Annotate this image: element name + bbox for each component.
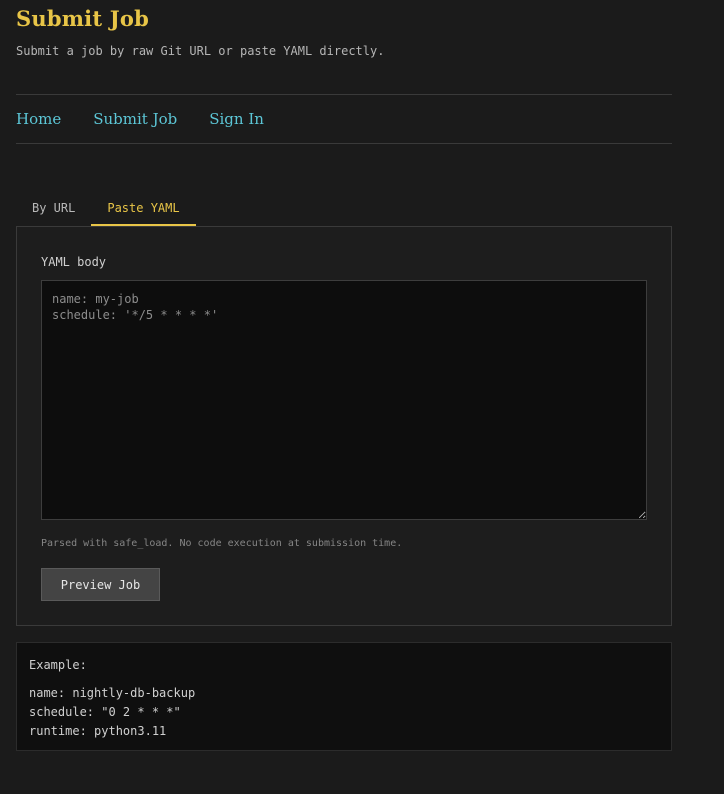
example-code: name: nightly-db-backup schedule: "0 2 *… — [29, 684, 195, 741]
example-box: Example: name: nightly-db-backup schedul… — [16, 642, 672, 751]
submit-tabs: By URL Paste YAML — [16, 195, 196, 226]
parse-hint: Parsed with safe_load. No code execution… — [41, 538, 403, 549]
main-nav: Home Submit Job Sign In — [16, 110, 264, 128]
yaml-body-label: YAML body — [41, 255, 107, 269]
example-label: Example: — [29, 658, 87, 672]
preview-job-button[interactable]: Preview Job — [41, 568, 160, 601]
divider-top — [16, 94, 672, 95]
yaml-panel: YAML body Parsed with safe_load. No code… — [16, 226, 672, 626]
page-subtitle: Submit a job by raw Git URL or paste YAM… — [16, 44, 385, 58]
example-line: runtime: python3.11 — [29, 724, 167, 738]
yaml-body-textarea[interactable] — [41, 280, 647, 520]
example-line: name: nightly-db-backup — [29, 686, 196, 700]
page: Submit Job Submit a job by raw Git URL o… — [0, 0, 724, 794]
nav-link-home[interactable]: Home — [16, 110, 61, 128]
tab-paste-yaml[interactable]: Paste YAML — [91, 195, 196, 226]
page-title: Submit Job — [16, 6, 149, 31]
example-line: schedule: "0 2 * * *" — [29, 705, 181, 719]
nav-link-sign-in[interactable]: Sign In — [209, 110, 264, 128]
tab-by-url[interactable]: By URL — [16, 195, 91, 226]
divider-nav — [16, 143, 672, 144]
nav-link-submit-job[interactable]: Submit Job — [93, 110, 177, 128]
